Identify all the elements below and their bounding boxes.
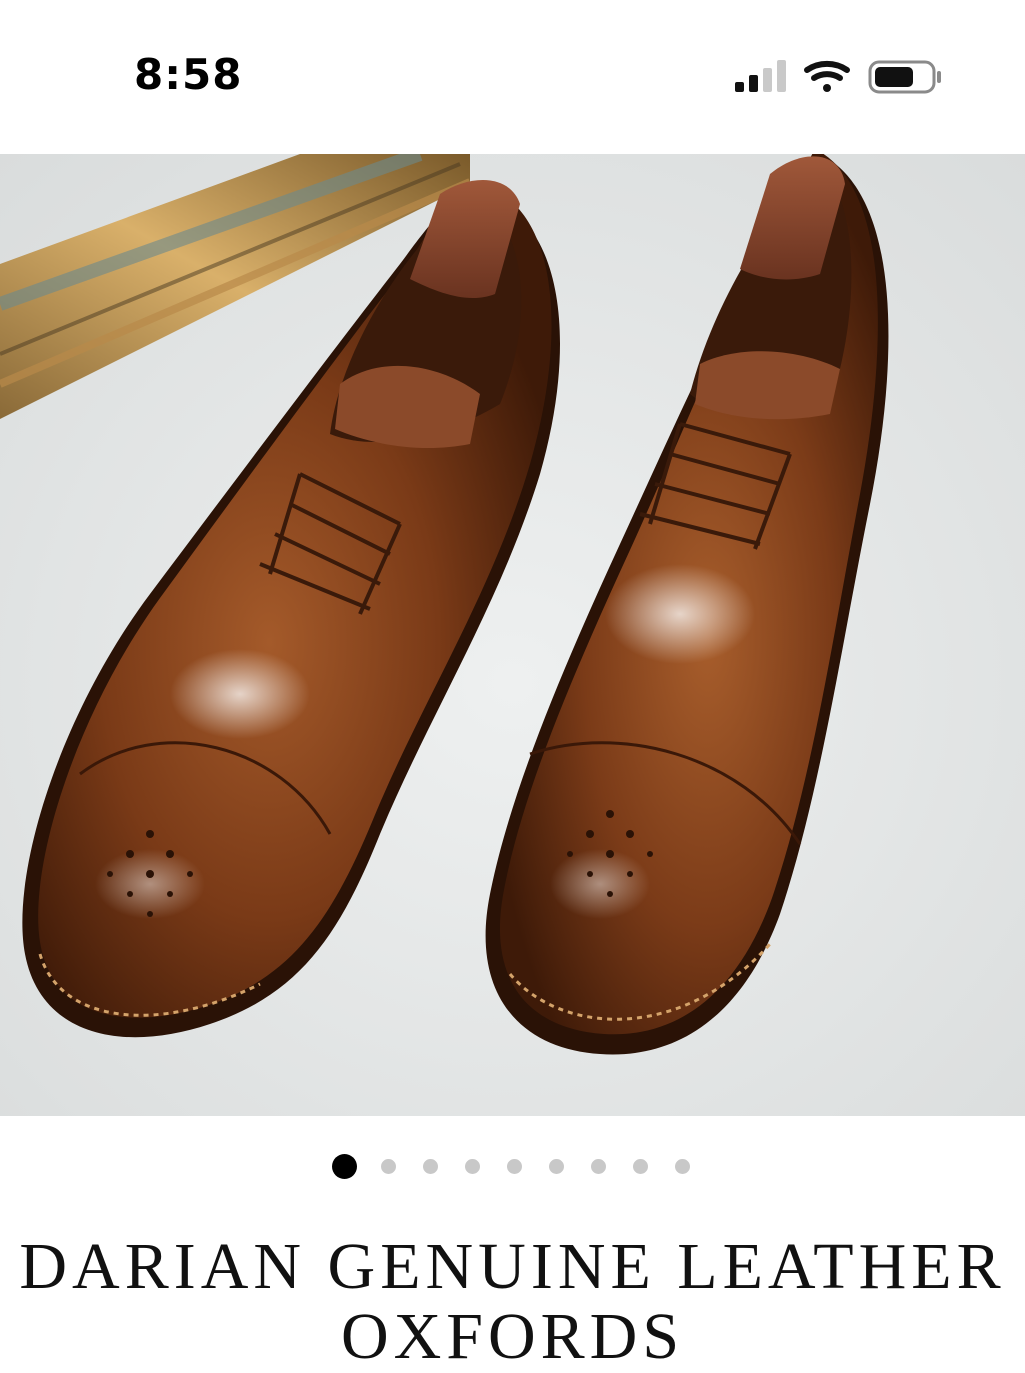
gallery-dot-5[interactable] <box>507 1158 522 1174</box>
gallery-dot-2[interactable] <box>381 1158 396 1174</box>
gallery-pagination <box>332 1152 690 1180</box>
battery-icon <box>868 60 941 94</box>
gallery-dot-9[interactable] <box>675 1158 690 1174</box>
gallery-dot-3[interactable] <box>423 1158 438 1174</box>
gallery-dot-1[interactable] <box>332 1153 357 1179</box>
gallery-dot-7[interactable] <box>591 1158 606 1174</box>
wifi-icon <box>804 61 850 92</box>
product-title: DARIAN GENUINE LEATHER OXFORDS <box>19 1230 1006 1373</box>
product-image[interactable] <box>0 154 1025 1116</box>
gallery-dot-6[interactable] <box>549 1158 564 1174</box>
gallery-dot-8[interactable] <box>633 1158 648 1174</box>
gallery-dot-4[interactable] <box>465 1158 480 1174</box>
status-time: 8:58 <box>134 50 243 99</box>
status-icons <box>735 60 941 94</box>
status-bar: 8:58 <box>0 0 1025 154</box>
cellular-signal-icon <box>735 60 786 92</box>
product-photo <box>0 154 1025 1116</box>
